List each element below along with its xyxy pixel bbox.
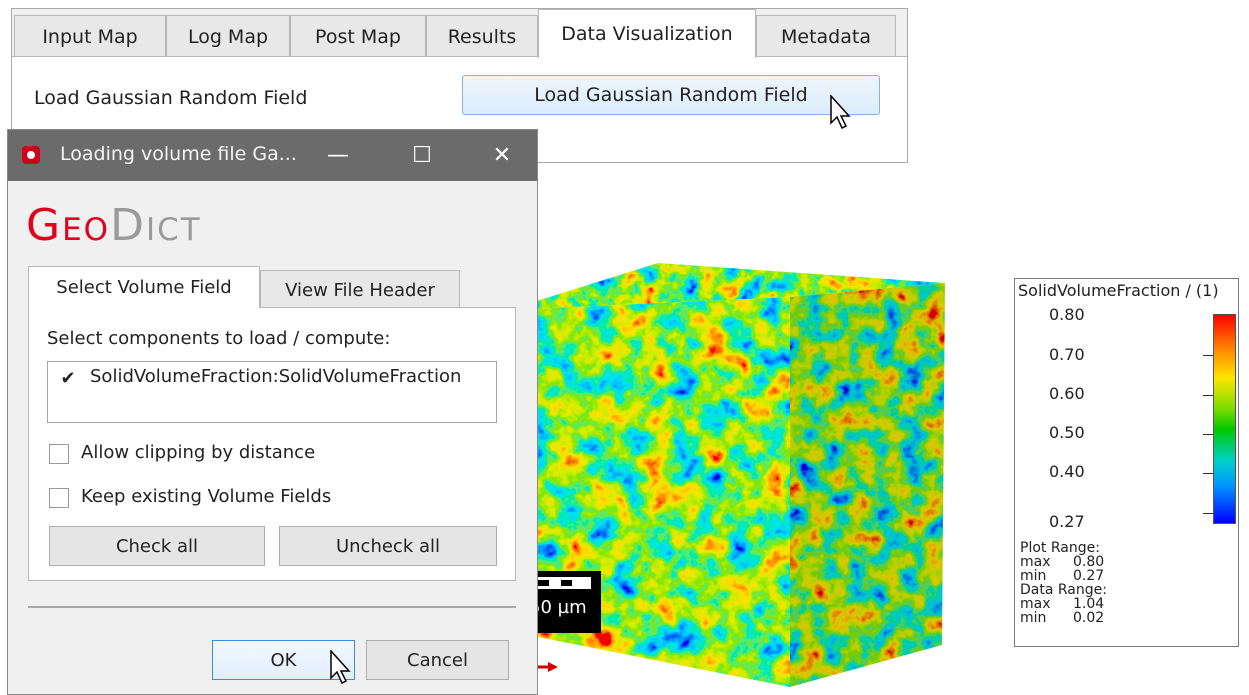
color-legend: SolidVolumeFraction / (1) 0.80 0.70 0.60… bbox=[1014, 278, 1239, 647]
legend-tick-line bbox=[1203, 473, 1213, 474]
mouse-cursor-icon bbox=[330, 650, 351, 685]
legend-tick-line bbox=[1203, 395, 1213, 396]
component-checkbox[interactable]: ✔ bbox=[58, 370, 78, 390]
tab-post-map[interactable]: Post Map bbox=[290, 15, 426, 57]
minimize-icon[interactable]: — bbox=[318, 140, 358, 170]
plot-range-label: Plot Range: bbox=[1020, 540, 1100, 556]
data-max-value: 1.04 bbox=[1073, 596, 1105, 612]
tab-view-file-header[interactable]: View File Header bbox=[260, 270, 460, 310]
data-min-value: 0.02 bbox=[1073, 610, 1105, 626]
plot-min-value: 0.27 bbox=[1073, 568, 1105, 584]
cube-side-face bbox=[790, 283, 945, 687]
checkmark-icon: ✔ bbox=[60, 368, 76, 389]
data-min-label: min bbox=[1020, 610, 1047, 626]
data-range-label: Data Range: bbox=[1020, 582, 1107, 598]
logo-geo-text: Geo bbox=[26, 200, 111, 251]
geodict-app-icon bbox=[22, 146, 40, 164]
uncheck-all-button[interactable]: Uncheck all bbox=[279, 526, 497, 566]
legend-tick-label: 0.40 bbox=[1049, 462, 1085, 481]
legend-title: SolidVolumeFraction / (1) bbox=[1018, 281, 1219, 300]
legend-colorbar bbox=[1213, 314, 1236, 524]
tab-results[interactable]: Results bbox=[426, 15, 538, 57]
legend-tick-label: 0.60 bbox=[1049, 384, 1085, 403]
load-gaussian-random-field-button[interactable]: Load Gaussian Random Field bbox=[462, 75, 880, 115]
tab-input-map[interactable]: Input Map bbox=[14, 15, 166, 57]
check-all-button[interactable]: Check all bbox=[49, 526, 265, 566]
top-tabbar: Input Map Log Map Post Map Results Data … bbox=[12, 9, 907, 58]
allow-clipping-label: Allow clipping by distance bbox=[81, 442, 316, 463]
mouse-cursor-icon bbox=[830, 95, 851, 130]
keep-existing-label: Keep existing Volume Fields bbox=[81, 486, 332, 507]
close-icon[interactable]: ✕ bbox=[482, 140, 522, 170]
legend-tick-label: 0.27 bbox=[1049, 512, 1085, 531]
components-list[interactable]: ✔ SolidVolumeFraction:SolidVolumeFractio… bbox=[47, 361, 497, 423]
tab-log-map[interactable]: Log Map bbox=[166, 15, 290, 57]
plot-min-label: min bbox=[1020, 568, 1047, 584]
load-field-label: Load Gaussian Random Field bbox=[34, 87, 308, 109]
legend-tick-label: 0.70 bbox=[1049, 345, 1085, 364]
plot-max-value: 0.80 bbox=[1073, 554, 1105, 570]
loading-volume-dialog: Loading volume file Ga... — ☐ ✕ GeoDict … bbox=[7, 129, 538, 695]
component-item-label: SolidVolumeFraction:SolidVolumeFraction bbox=[90, 366, 462, 387]
dialog-separator bbox=[28, 606, 516, 608]
legend-tick-label: 0.50 bbox=[1049, 423, 1085, 442]
logo-dict-text: Dict bbox=[110, 200, 202, 251]
geodict-logo: GeoDict bbox=[26, 200, 202, 251]
cancel-button[interactable]: Cancel bbox=[366, 640, 509, 680]
allow-clipping-checkbox[interactable] bbox=[49, 444, 69, 464]
legend-tick-line bbox=[1203, 355, 1213, 356]
tab-data-visualization[interactable]: Data Visualization bbox=[538, 9, 756, 58]
dialog-title: Loading volume file Ga... bbox=[60, 143, 297, 165]
keep-existing-checkbox[interactable] bbox=[49, 488, 69, 508]
dialog-titlebar[interactable]: Loading volume file Ga... — ☐ ✕ bbox=[8, 130, 537, 181]
maximize-icon[interactable]: ☐ bbox=[402, 140, 442, 170]
legend-tick-line bbox=[1203, 513, 1213, 514]
plot-max-label: max bbox=[1020, 554, 1051, 570]
select-volume-field-panel: Select components to load / compute: ✔ S… bbox=[28, 307, 516, 581]
data-max-label: max bbox=[1020, 596, 1051, 612]
legend-tick-label: 0.80 bbox=[1049, 305, 1085, 324]
tab-select-volume-field[interactable]: Select Volume Field bbox=[28, 266, 260, 308]
legend-tick-line bbox=[1203, 434, 1213, 435]
components-label: Select components to load / compute: bbox=[47, 328, 391, 349]
tab-metadata[interactable]: Metadata bbox=[756, 15, 896, 57]
